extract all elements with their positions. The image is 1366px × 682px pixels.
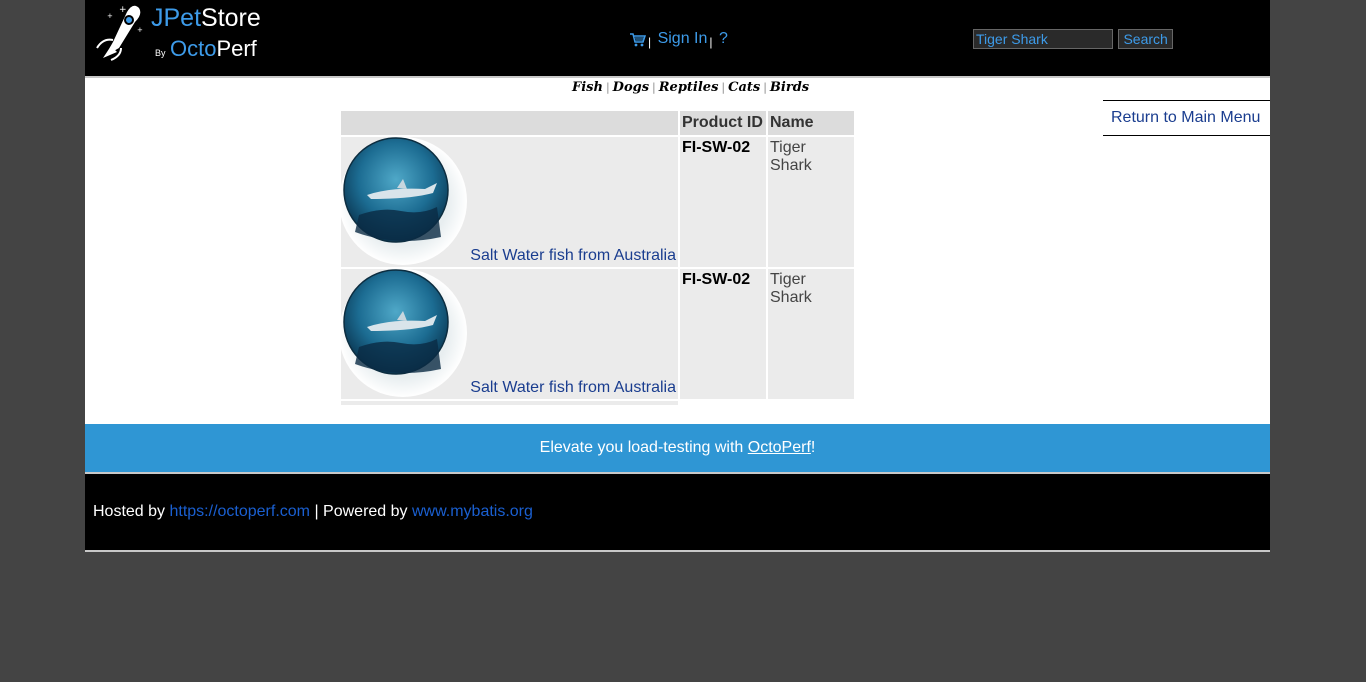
logo-title-pet: Pet <box>163 4 202 32</box>
quicklink-separator: | <box>652 81 656 94</box>
menu-separator: | <box>648 35 652 49</box>
quicklink-fish[interactable]: Fish <box>572 80 603 95</box>
product-image-cell: Salt Water fish from Australia <box>339 137 678 267</box>
quicklink-reptiles[interactable]: Reptiles <box>659 80 719 95</box>
column-header-name: Name <box>768 111 854 135</box>
promo-banner: Elevate you load-testing with OctoPerf! <box>85 424 1270 474</box>
quicklink-dogs[interactable]: Dogs <box>613 80 649 95</box>
search-button[interactable]: Search <box>1118 29 1173 49</box>
mybatis-link[interactable]: www.mybatis.org <box>412 503 533 520</box>
product-description-link[interactable]: Salt Water fish from Australia <box>470 247 676 265</box>
quicklink-birds[interactable]: Birds <box>770 80 809 95</box>
banner-suffix: ! <box>810 439 816 456</box>
quicklink-separator: | <box>721 81 726 94</box>
search-input[interactable] <box>973 29 1113 49</box>
cart-icon[interactable] <box>630 33 647 47</box>
table-footer-row <box>341 401 854 405</box>
page-wrapper: + + + JPetStore By OctoPerf | Sign In | … <box>85 0 1270 552</box>
banner-text: Elevate you load-testing with <box>539 439 748 456</box>
table-row: Salt Water fish from Australia FI-SW-02 … <box>339 269 854 399</box>
quick-links: Fish | Dogs | Reptiles | Cats | Birds <box>572 80 809 95</box>
logo-title-store: Store <box>201 4 261 32</box>
product-id-cell[interactable]: FI-SW-02 <box>680 137 766 267</box>
table-row: Salt Water fish from Australia FI-SW-02 … <box>339 137 854 267</box>
footer: Hosted by https://octoperf.com | Powered… <box>85 474 1270 552</box>
logo-title-j: J <box>151 4 164 32</box>
octoperf-link[interactable]: OctoPerf <box>748 439 811 456</box>
product-name-cell: Tiger Shark <box>768 269 854 399</box>
sign-in-link[interactable]: Sign In <box>658 30 708 47</box>
search-form: Search <box>973 29 1173 49</box>
jpetstore-logo[interactable]: + + + JPetStore By OctoPerf <box>93 2 273 62</box>
logo-brand: OctoPerf <box>169 36 257 61</box>
quicklink-separator: | <box>605 81 610 94</box>
logo-title: JPetStore <box>151 4 261 33</box>
logo-by: By <box>155 48 166 58</box>
search-results-table: Product ID Name Salt Water fish from Aus… <box>339 109 856 407</box>
catalog: Product ID Name Salt Water fish from Aus… <box>339 109 856 407</box>
logo-subtitle: By OctoPerf <box>155 36 257 62</box>
quicklink-separator: | <box>763 81 767 94</box>
main-content: Fish | Dogs | Reptiles | Cats | Birds Return to … <box>85 78 1270 424</box>
fish-thumbnail-icon[interactable] <box>339 269 471 399</box>
fish-thumbnail-icon[interactable] <box>339 137 471 267</box>
svg-text:+: + <box>107 12 113 20</box>
product-image-cell: Salt Water fish from Australia <box>339 269 678 399</box>
menu-separator: | <box>709 35 713 49</box>
help-link[interactable]: ? <box>719 30 728 47</box>
quicklink-cats[interactable]: Cats <box>728 80 760 95</box>
product-id-cell[interactable]: FI-SW-02 <box>680 269 766 399</box>
octoperf-url-link[interactable]: https://octoperf.com <box>169 503 310 520</box>
product-description-link[interactable]: Salt Water fish from Australia <box>470 379 676 397</box>
return-to-main-menu-link[interactable]: Return to Main Menu <box>1103 100 1270 136</box>
product-name-cell: Tiger Shark <box>768 137 854 267</box>
svg-text:+: + <box>137 26 143 34</box>
powered-by-label: | Powered by <box>310 503 412 520</box>
svg-text:+: + <box>119 5 127 15</box>
table-header-row: Product ID Name <box>341 111 854 135</box>
hosted-by-label: Hosted by <box>93 503 170 520</box>
column-header-image <box>341 111 678 135</box>
column-header-product-id: Product ID <box>680 111 766 135</box>
header-menu: | Sign In | ? <box>630 30 728 49</box>
header: + + + JPetStore By OctoPerf | Sign In | … <box>85 0 1270 78</box>
table-footer-cell <box>341 401 678 405</box>
